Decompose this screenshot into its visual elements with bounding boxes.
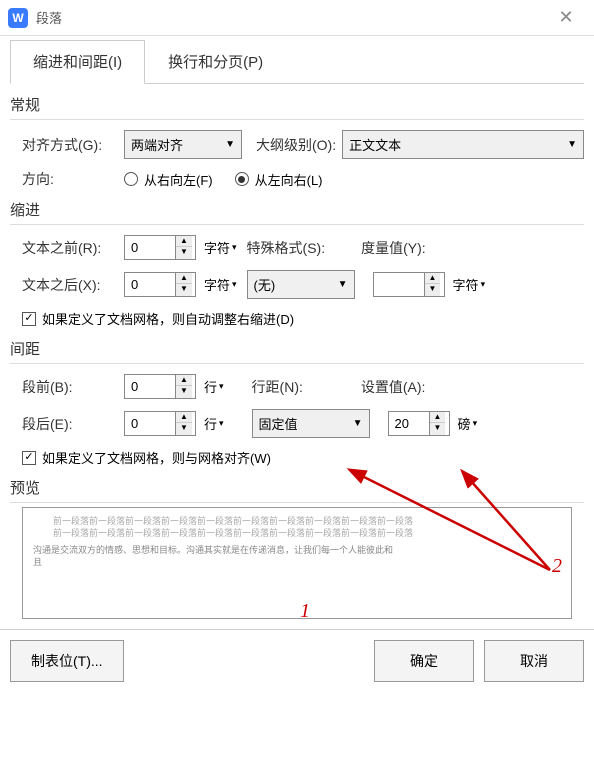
outline-label: 大纲级别(O):	[256, 135, 336, 155]
tab-pagebreak[interactable]: 换行和分页(P)	[145, 40, 286, 83]
radio-rtl[interactable]: 从右向左(F)	[124, 170, 213, 189]
unit-pound[interactable]: 磅▾	[458, 414, 478, 433]
app-icon: W	[8, 8, 28, 28]
para-after-spinner[interactable]: ▲▼	[124, 411, 196, 436]
caret-down-icon: ▼	[338, 279, 348, 290]
linespacing-label: 行距(N):	[252, 377, 303, 397]
caret-down-icon: ▼	[225, 139, 235, 150]
caret-down-icon: ▼	[353, 418, 363, 429]
section-preview: 预览	[10, 477, 584, 503]
linespacing-dropdown[interactable]: 固定值▼	[252, 409, 370, 438]
caret-down-icon: ▼	[567, 139, 577, 150]
outline-dropdown[interactable]: 正文文本▼	[342, 130, 584, 159]
align-label: 对齐方式(G):	[22, 135, 118, 155]
tab-indent-spacing[interactable]: 缩进和间距(I)	[10, 40, 145, 84]
align-dropdown[interactable]: 两端对齐▼	[124, 130, 242, 159]
text-before-spinner[interactable]: ▲▼	[124, 235, 196, 260]
unit-line-2[interactable]: 行▾	[204, 414, 224, 433]
window-title: 段落	[36, 8, 546, 27]
unit-line[interactable]: 行▾	[204, 377, 224, 396]
ok-button[interactable]: 确定	[374, 640, 474, 682]
indent-grid-checkbox[interactable]: ✓如果定义了文档网格，则自动调整右缩进(D)	[22, 309, 294, 328]
cancel-button[interactable]: 取消	[484, 640, 584, 682]
para-after-label: 段后(E):	[22, 414, 118, 434]
measure-label: 度量值(Y):	[361, 238, 426, 258]
text-before-label: 文本之前(R):	[22, 238, 118, 258]
para-before-spinner[interactable]: ▲▼	[124, 374, 196, 399]
section-spacing: 间距	[10, 338, 584, 364]
preview-box: 前一段落前一段落前一段落前一段落前一段落前一段落前一段落前一段落前一段落前一段落…	[22, 507, 572, 619]
setvalue-label: 设置值(A):	[361, 377, 426, 397]
special-dropdown[interactable]: (无)▼	[247, 270, 355, 299]
text-after-spinner[interactable]: ▲▼	[124, 272, 196, 297]
close-button[interactable]: ✕	[546, 0, 586, 36]
unit-char-2[interactable]: 字符▾	[204, 275, 237, 294]
unit-char[interactable]: 字符▾	[204, 238, 237, 257]
text-after-label: 文本之后(X):	[22, 275, 118, 295]
measure-spinner[interactable]: ▲▼	[373, 272, 445, 297]
tabstop-button[interactable]: 制表位(T)...	[10, 640, 124, 682]
unit-char-3[interactable]: 字符▾	[453, 275, 486, 294]
special-label: 特殊格式(S):	[247, 238, 326, 258]
section-general: 常规	[10, 94, 584, 120]
spacing-grid-checkbox[interactable]: ✓如果定义了文档网格，则与网格对齐(W)	[22, 448, 271, 467]
setvalue-spinner[interactable]: ▲▼	[388, 411, 450, 436]
section-indent: 缩进	[10, 199, 584, 225]
radio-ltr[interactable]: 从左向右(L)	[235, 170, 323, 189]
direction-label: 方向:	[22, 169, 118, 189]
para-before-label: 段前(B):	[22, 377, 118, 397]
